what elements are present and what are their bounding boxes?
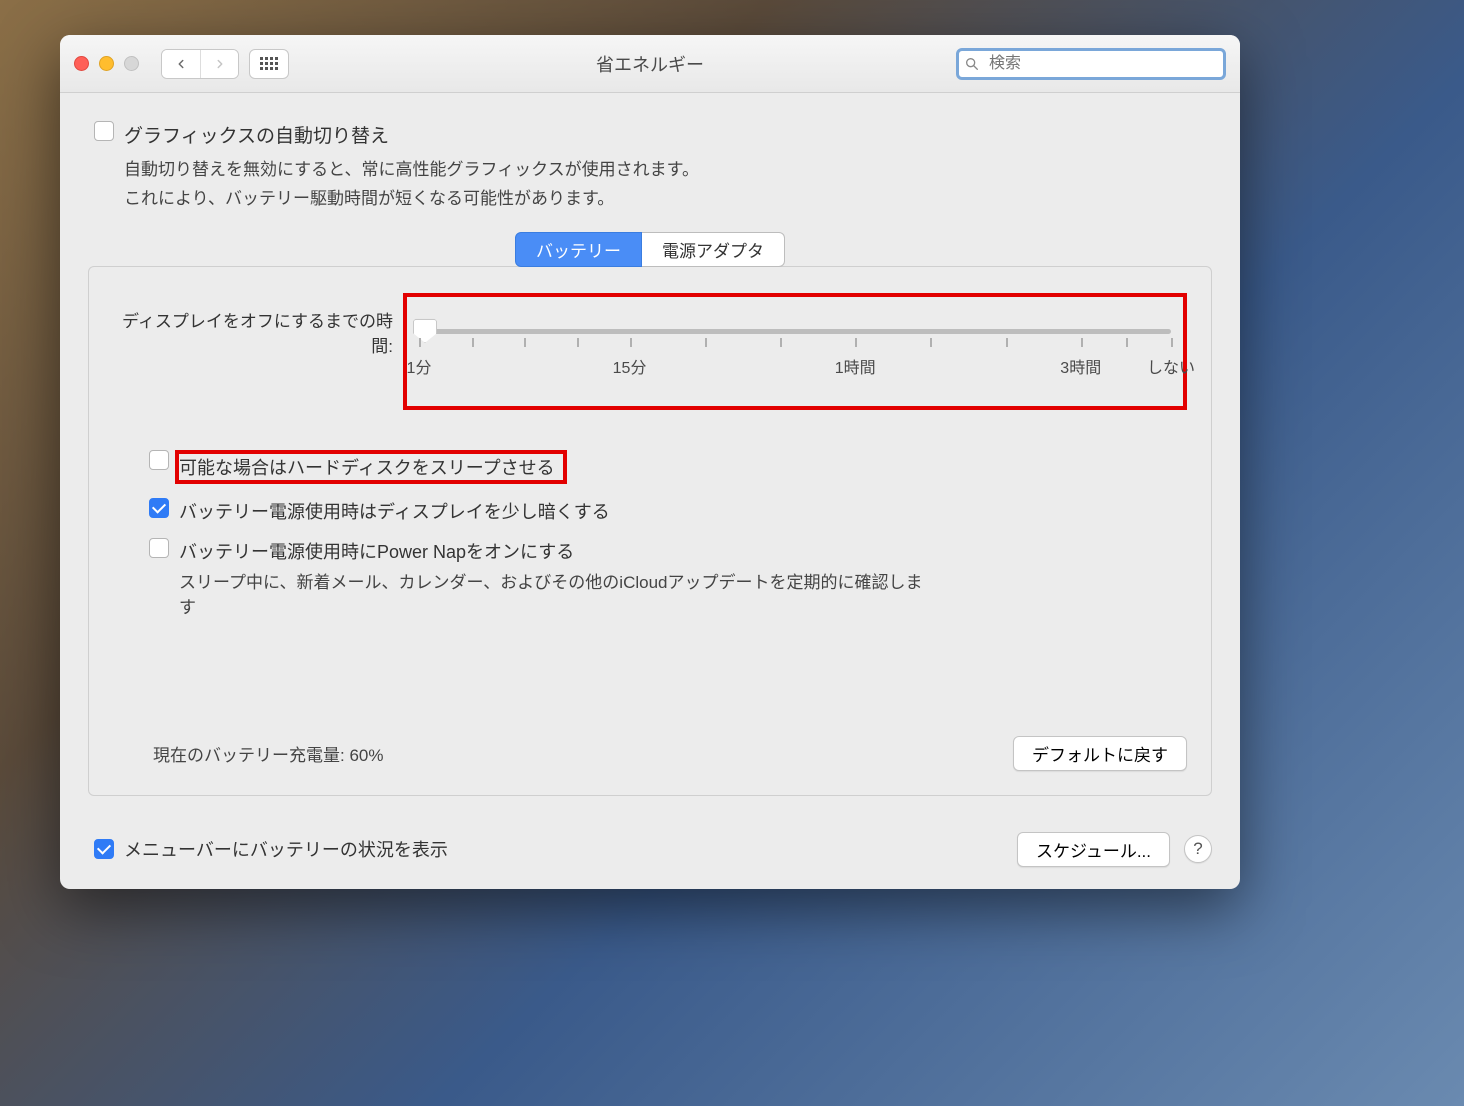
powernap-checkbox[interactable] bbox=[149, 538, 169, 558]
help-icon: ? bbox=[1193, 839, 1202, 859]
display-sleep-row: ディスプレイをオフにするまでの時間: bbox=[113, 297, 1187, 410]
tick-label-3hr: 3時間 bbox=[1060, 354, 1101, 378]
titlebar: 省エネルギー bbox=[60, 35, 1240, 93]
tick-label-15min: 15分 bbox=[613, 354, 647, 378]
window-title: 省エネルギー bbox=[596, 51, 704, 77]
show-all-button[interactable] bbox=[249, 49, 289, 79]
tab-adapter[interactable]: 電源アダプタ bbox=[642, 232, 785, 267]
zoom-window-button[interactable] bbox=[124, 56, 139, 71]
powernap-sub: スリープ中に、新着メール、カレンダー、およびその他のiCloudアップデートを定… bbox=[179, 568, 929, 618]
nav-buttons bbox=[161, 49, 239, 79]
search-icon bbox=[964, 56, 980, 72]
hdd-sleep-highlight: 可能な場合はハードディスクをスリープさせる bbox=[175, 450, 567, 484]
dim-display-label: バッテリー電源使用時はディスプレイを少し暗くする bbox=[179, 498, 610, 524]
graphics-switch-row: グラフィックスの自動切り替え bbox=[94, 121, 1212, 148]
grid-icon bbox=[260, 57, 278, 70]
slider-ticks bbox=[419, 338, 1171, 352]
chevron-right-icon bbox=[213, 57, 227, 71]
dim-display-row: バッテリー電源使用時はディスプレイを少し暗くする bbox=[149, 498, 929, 524]
back-button[interactable] bbox=[162, 50, 200, 78]
slider-tick-labels: 1分 15分 1時間 3時間 しない bbox=[419, 354, 1171, 376]
graphics-switch-sub: 自動切り替えを無効にすると、常に高性能グラフィックスが使用されます。 これにより… bbox=[124, 156, 1212, 214]
powernap-label: バッテリー電源使用時にPower Napをオンにする bbox=[179, 538, 574, 564]
chevron-left-icon bbox=[174, 57, 188, 71]
tabs: バッテリー 電源アダプタ bbox=[88, 232, 1212, 267]
footer: メニューバーにバッテリーの状況を表示 スケジュール... ? bbox=[60, 814, 1240, 889]
panel-bottom: 現在のバッテリー充電量: 60% デフォルトに戻す bbox=[113, 736, 1187, 771]
schedule-button[interactable]: スケジュール... bbox=[1017, 832, 1170, 867]
hdd-sleep-label: 可能な場合はハードディスクをスリープさせる bbox=[179, 458, 555, 478]
display-sleep-slider[interactable] bbox=[419, 329, 1171, 334]
graphics-switch-label: グラフィックスの自動切り替え bbox=[124, 121, 389, 148]
tick-label-1hr: 1時間 bbox=[835, 354, 876, 378]
content: グラフィックスの自動切り替え 自動切り替えを無効にすると、常に高性能グラフィック… bbox=[60, 93, 1240, 814]
battery-level: 現在のバッテリー充電量: 60% bbox=[153, 741, 383, 766]
hdd-sleep-row: 可能な場合はハードディスクをスリープさせる bbox=[149, 450, 929, 484]
powernap-row: バッテリー電源使用時にPower Napをオンにする bbox=[149, 538, 929, 564]
tick-label-1min: 1分 bbox=[407, 354, 432, 378]
dim-display-checkbox[interactable] bbox=[149, 498, 169, 518]
search-input[interactable] bbox=[956, 48, 1226, 80]
graphics-sub-line2: これにより、バッテリー駆動時間が短くなる可能性があります。 bbox=[124, 185, 1212, 214]
battery-panel: ディスプレイをオフにするまでの時間: bbox=[88, 266, 1212, 796]
help-button[interactable]: ? bbox=[1184, 835, 1212, 863]
minimize-window-button[interactable] bbox=[99, 56, 114, 71]
tick-label-never: しない bbox=[1147, 354, 1195, 378]
hdd-sleep-checkbox[interactable] bbox=[149, 450, 169, 470]
search-wrap bbox=[956, 48, 1226, 80]
forward-button[interactable] bbox=[200, 50, 238, 78]
close-window-button[interactable] bbox=[74, 56, 89, 71]
menubar-battery-label: メニューバーにバッテリーの状況を表示 bbox=[124, 836, 448, 862]
traffic-lights bbox=[74, 56, 139, 71]
restore-defaults-button[interactable]: デフォルトに戻す bbox=[1013, 736, 1187, 771]
menubar-battery-checkbox[interactable] bbox=[94, 839, 114, 859]
options: 可能な場合はハードディスクをスリープさせる バッテリー電源使用時はディスプレイを… bbox=[149, 450, 929, 618]
display-sleep-slider-zone: 1分 15分 1時間 3時間 しない bbox=[403, 293, 1187, 410]
graphics-sub-line1: 自動切り替えを無効にすると、常に高性能グラフィックスが使用されます。 bbox=[124, 156, 1212, 185]
display-sleep-label: ディスプレイをオフにするまでの時間: bbox=[113, 297, 403, 360]
graphics-switch-checkbox[interactable] bbox=[94, 121, 114, 141]
preferences-window: 省エネルギー グラフィックスの自動切り替え 自動切り替えを無効にすると、常に高性… bbox=[60, 35, 1240, 889]
tab-battery[interactable]: バッテリー bbox=[515, 232, 642, 267]
